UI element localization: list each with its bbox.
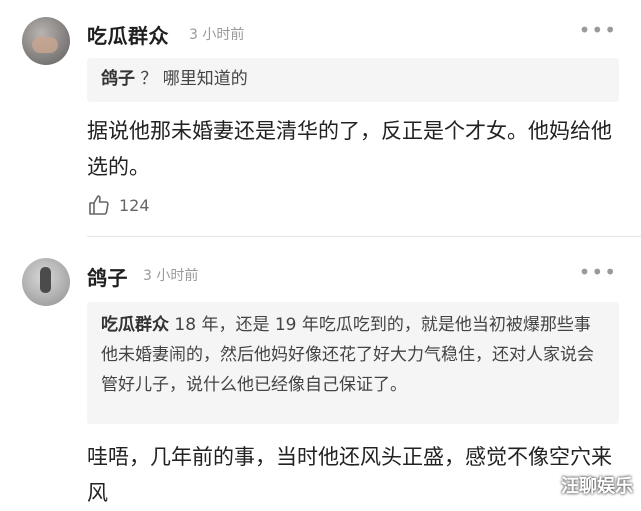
quoted-text: 18 年，还是 19 年吃瓜吃到的，就是他当初被爆那些事他未婚妻闹的，然后他妈好… (101, 315, 594, 395)
commenter-name[interactable]: 鸽子 (87, 262, 128, 291)
quoted-name[interactable]: 鸽子 (101, 69, 135, 89)
commenter-name[interactable]: 吃瓜群众 (87, 20, 169, 49)
timestamp: 3 小时前 (189, 27, 245, 43)
more-options-icon[interactable]: ••• (579, 18, 617, 42)
quoted-name[interactable]: 吃瓜群众 (101, 315, 169, 335)
comment-text: 据说他那未婚妻还是清华的了，反正是个才女。他妈给他选的。 (87, 119, 612, 179)
quoted-text: ？ 哪里知道的 (140, 69, 248, 89)
like-count: 124 (119, 195, 150, 215)
comment-text: 哇唔，几年前的事，当时他还风头正盛，感觉不像空穴来风 (87, 445, 612, 505)
quoted-reply: 鸽子 ？ 哪里知道的 (87, 58, 619, 102)
divider (87, 236, 641, 237)
timestamp: 3 小时前 (143, 268, 199, 284)
avatar[interactable] (22, 258, 70, 306)
more-options-icon[interactable]: ••• (579, 260, 617, 284)
thumbs-up-icon (89, 195, 109, 215)
like-button[interactable]: 124 (87, 193, 150, 217)
quoted-reply: 吃瓜群众 18 年，还是 19 年吃瓜吃到的，就是他当初被爆那些事他未婚妻闹的，… (87, 302, 619, 424)
avatar[interactable] (22, 17, 70, 65)
watermark: 汪聊娱乐 (561, 476, 633, 497)
